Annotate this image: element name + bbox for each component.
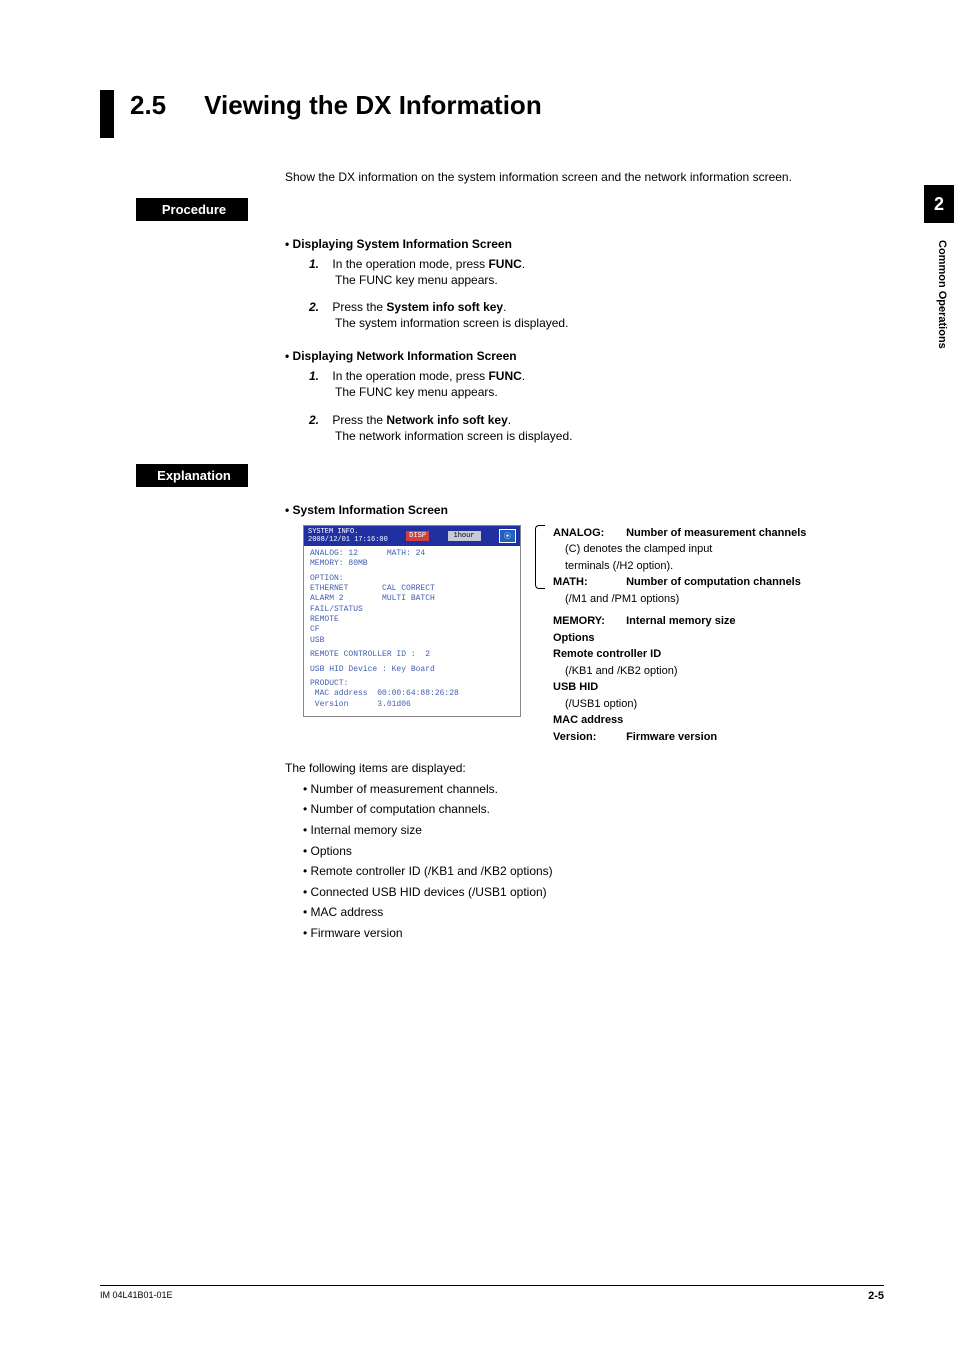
section-number: 2.5 [130,90,166,121]
list-item: Remote controller ID (/KB1 and /KB2 opti… [303,862,845,881]
followup-intro: The following items are displayed: [285,759,845,778]
step-number: 2. [309,300,319,314]
screenshot-legend: ANALOG: Number of measurement channels (… [553,525,806,746]
followup-block: The following items are displayed: Numbe… [285,759,845,942]
record-icon: ⦿ [499,529,516,543]
brace-icon [535,525,545,589]
doc-id: IM 04L41B01-01E [100,1290,173,1302]
net-step-1: 1. In the operation mode, press FUNC. Th… [309,369,845,402]
list-item: Firmware version [303,924,845,943]
title-ornament [100,90,114,138]
list-item: Number of measurement channels. [303,780,845,799]
intro-text: Show the DX information on the system in… [285,168,845,186]
sys-info-heading: Displaying System Information Screen [285,237,845,251]
section-heading: Viewing the DX Information [204,90,542,121]
page-footer: IM 04L41B01-01E 2-5 [100,1285,884,1302]
step-number: 1. [309,257,319,271]
list-item: Connected USB HID devices (/USB1 option) [303,883,845,902]
sys-step-2: 2. Press the System info soft key. The s… [309,300,845,333]
list-item: MAC address [303,903,845,922]
device-screenshot: SYSTEM INFO. 2008/12/01 17:16:00 DISP 1h… [303,525,521,717]
sys-step-1: 1. In the operation mode, press FUNC. Th… [309,257,845,290]
explain-heading: System Information Screen [285,503,845,517]
net-step-2: 2. Press the Network info soft key. The … [309,413,845,446]
list-item: Number of computation channels. [303,800,845,819]
page-number: 2-5 [868,1290,884,1302]
list-item: Options [303,842,845,861]
disp-icon: DISP [406,531,429,541]
interval-badge: 1hour [448,531,481,541]
step-number: 2. [309,413,319,427]
net-info-heading: Displaying Network Information Screen [285,349,845,363]
procedure-label: Procedure [136,198,248,221]
section-title: 2.5 Viewing the DX Information [100,90,884,138]
step-number: 1. [309,369,319,383]
list-item: Internal memory size [303,821,845,840]
explanation-label: Explanation [136,464,248,487]
